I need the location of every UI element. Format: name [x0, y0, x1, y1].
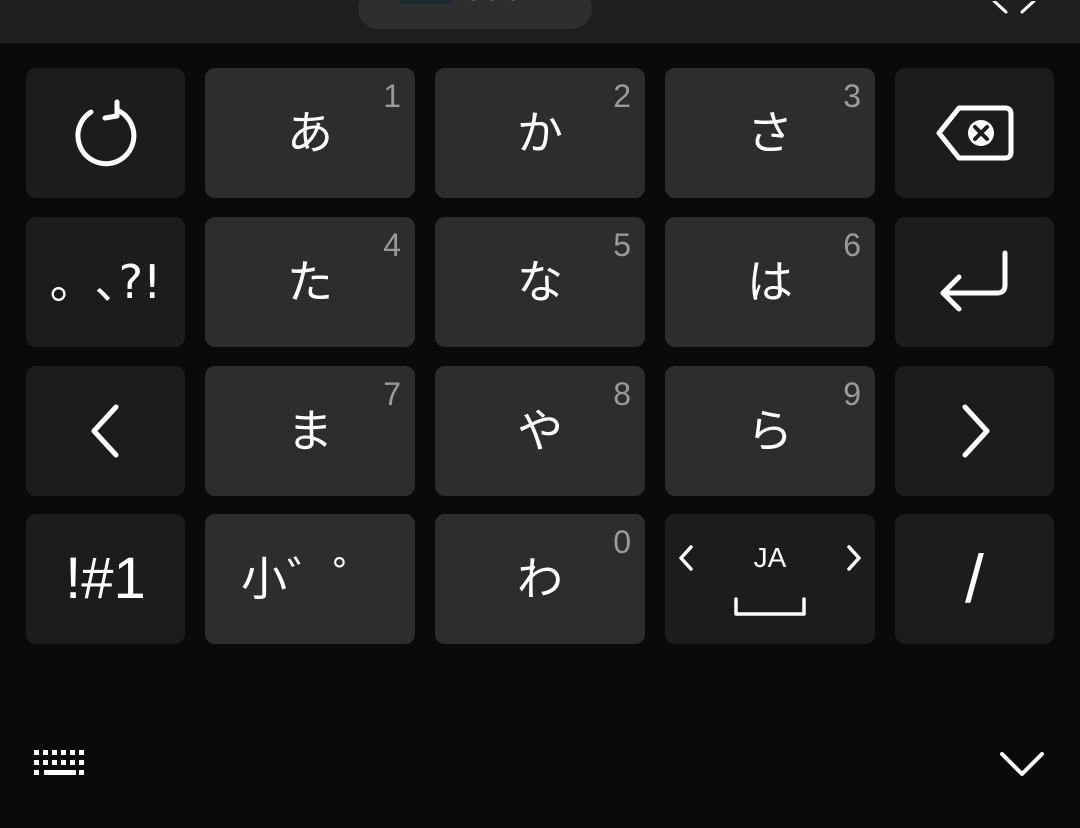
- cursor-left-key[interactable]: [26, 366, 185, 496]
- key-label: 。､?!: [49, 255, 162, 309]
- clipboard-paste-chip[interactable]: Colar: [358, 0, 592, 29]
- key-ka[interactable]: 2 か: [435, 68, 645, 198]
- enter-key[interactable]: [895, 217, 1054, 347]
- toolbar: Colar: [0, 0, 1080, 43]
- key-ya[interactable]: 8 や: [435, 366, 645, 496]
- cursor-right-key[interactable]: [895, 366, 1054, 496]
- key-label: /: [965, 541, 984, 617]
- chevron-down-icon[interactable]: [998, 750, 1046, 784]
- key-wa[interactable]: 0 わ: [435, 514, 645, 644]
- key-label: た: [287, 255, 333, 309]
- space-bar-icon: [734, 597, 806, 616]
- clipboard-thumbnail: [400, 0, 452, 4]
- key-ha[interactable]: 6 は: [665, 217, 875, 347]
- backspace-key[interactable]: [895, 68, 1054, 198]
- chevron-right-icon: [962, 404, 989, 458]
- keyboard-icon[interactable]: [32, 748, 88, 786]
- chevron-left-icon: [91, 404, 118, 458]
- punctuation-key[interactable]: 。､?!: [26, 217, 185, 347]
- key-ta[interactable]: 4 た: [205, 217, 415, 347]
- key-label: ま: [287, 404, 333, 458]
- slash-key[interactable]: /: [895, 514, 1054, 644]
- key-ma[interactable]: 7 ま: [205, 366, 415, 496]
- paste-label: Colar: [462, 0, 534, 8]
- key-label: は: [747, 255, 793, 309]
- key-na[interactable]: 5 な: [435, 217, 645, 347]
- key-label: !#1: [65, 546, 146, 611]
- key-sa[interactable]: 3 さ: [665, 68, 875, 198]
- enter-icon: [940, 250, 1007, 312]
- symbols-key[interactable]: !#1: [26, 514, 185, 644]
- key-label: 小゛゜: [241, 552, 379, 606]
- chevron-right-icon: [847, 545, 861, 571]
- key-ra[interactable]: 9 ら: [665, 366, 875, 496]
- key-label: か: [517, 106, 563, 160]
- space-language-key[interactable]: JA: [665, 514, 875, 644]
- key-label: ら: [747, 404, 793, 458]
- key-label: わ: [517, 552, 563, 606]
- backspace-icon: [936, 105, 1013, 161]
- key-label: さ: [747, 106, 793, 160]
- key-label: や: [517, 404, 563, 458]
- undo-key[interactable]: [26, 68, 185, 198]
- undo-icon: [74, 99, 136, 167]
- small-kana-dakuten-key[interactable]: 小゛゜: [205, 514, 415, 644]
- key-label: あ: [287, 106, 333, 160]
- key-a[interactable]: 1 あ: [205, 68, 415, 198]
- language-label: JA: [753, 542, 787, 573]
- key-label: な: [517, 255, 563, 309]
- close-icon[interactable]: [990, 0, 1038, 14]
